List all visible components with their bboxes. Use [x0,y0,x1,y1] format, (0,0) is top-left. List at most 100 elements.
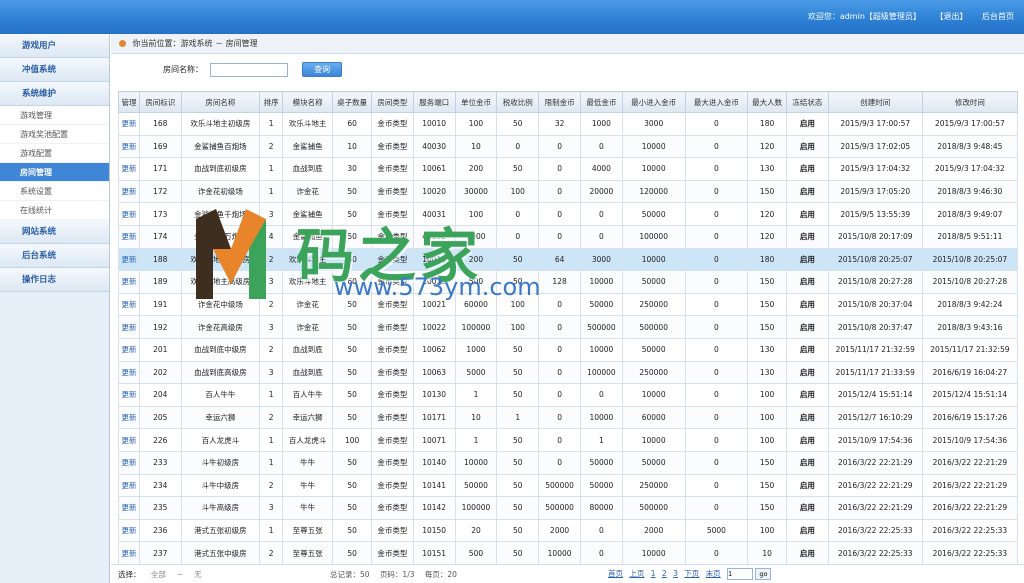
update-link[interactable]: 更新 [118,405,140,430]
sidebar-group-logs[interactable]: 操作日志 [0,268,109,292]
sidebar-item-online-stats[interactable]: 在线统计 [0,201,109,220]
home-link[interactable]: 后台首页 [982,12,1014,21]
sidebar-item-room-manage[interactable]: 房间管理 [0,163,109,182]
table-cell: 2015/9/3 17:04:32 [827,157,923,181]
update-link[interactable]: 更新 [118,157,140,181]
table-cell: 诈金花高级房 [180,315,261,339]
table-cell: 2 [259,292,284,317]
sidebar-group-website[interactable]: 网站系统 [0,220,109,244]
update-link[interactable]: 更新 [118,428,140,452]
table-cell: 250000 [621,473,686,498]
table-cell: 50 [332,450,372,475]
update-link[interactable]: 更新 [118,224,140,249]
update-link[interactable]: 更新 [118,247,140,272]
table-cell: 150 [747,496,787,520]
table-cell: 30000 [454,179,498,204]
update-link[interactable]: 更新 [118,337,140,362]
table-cell: 0 [538,428,581,452]
last-page-link[interactable]: 末页 [706,569,721,578]
logout-link[interactable]: 【退出】 [935,12,967,21]
update-link[interactable]: 更新 [118,315,140,339]
table-cell: 金币类型 [370,292,414,317]
update-link[interactable]: 更新 [118,541,140,565]
update-link[interactable]: 更新 [118,518,140,543]
table-cell: 0 [496,202,540,226]
table-cell: 0 [684,157,749,181]
table-cell: 血战到底初级房 [180,157,261,181]
select-all-link[interactable]: 全部 [151,570,166,579]
table-cell: 150 [747,473,787,498]
update-link[interactable]: 更新 [118,270,140,294]
table-cell: 200 [454,157,498,181]
table-cell: 10151 [412,541,456,565]
table-cell: 2016/3/22 22:21:29 [921,496,1019,520]
update-link[interactable]: 更新 [118,112,140,136]
status-cell: 启用 [785,247,829,272]
table-cell: 150 [747,292,787,317]
table-cell: 120000 [621,179,686,204]
table-row: 更新 201 血战到底中级房 2 血战到底 50 金币类型 10062 1000 50 0 10000… [118,337,1019,362]
table-cell: 金鲨捕鱼 [282,202,334,226]
update-link[interactable]: 更新 [118,179,140,204]
update-link[interactable]: 更新 [118,202,140,226]
table-row: 更新 202 血战到底高级房 3 血战到底 50 金币类型 10063 5000 50 0 10000… [118,360,1019,385]
sidebar-group-recharge[interactable]: 冲值系统 [0,58,109,82]
next-page-link[interactable]: 下页 [684,569,699,578]
sidebar-item-game-config[interactable]: 游戏配置 [0,144,109,163]
update-link[interactable]: 更新 [118,134,140,159]
sidebar-group-backend[interactable]: 后台系统 [0,244,109,268]
goto-page-input[interactable] [727,568,754,580]
sidebar-item-system-settings[interactable]: 系统设置 [0,182,109,201]
table-row: 更新 237 港式五张中级房 2 至尊五张 50 金币类型 10151 500 50 10000 0 1… [118,541,1019,565]
table-cell: 0 [538,383,581,407]
table-cell: 100 [747,405,787,430]
table-cell: 0 [684,360,749,385]
select-none-link[interactable]: 无 [194,570,202,579]
table-row: 更新 171 血战到底初级房 1 血战到底 30 金币类型 10061 200 50 0 4000 10… [118,157,1019,181]
update-link[interactable]: 更新 [118,496,140,520]
table-cell: 100 [332,428,372,452]
update-link[interactable]: 更新 [118,360,140,385]
sidebar-item-game-manage[interactable]: 游戏管理 [0,106,109,125]
room-name-input[interactable] [209,62,288,77]
update-link[interactable]: 更新 [118,450,140,475]
table-cell: 2015/10/8 20:27:28 [827,270,923,294]
table-cell: 10012 [412,270,456,294]
goto-page-button[interactable]: go [755,568,772,580]
status-cell: 启用 [785,337,829,362]
table-cell: 168 [138,112,182,136]
table-cell: 10130 [412,383,456,407]
table-cell: 金币类型 [370,405,414,430]
header-user-area: 欢迎您：admin【超级管理员】 【退出】 后台首页 [808,11,1014,22]
table-cell: 10 [747,541,787,565]
sidebar-group-maintenance[interactable]: 系统维护 [0,82,109,106]
sidebar-group-game-users[interactable]: 游戏用户 [0,34,109,58]
table-cell: 1 [454,428,498,452]
update-link[interactable]: 更新 [118,473,140,498]
table-cell: 2 [259,134,284,159]
page-link-2[interactable]: 2 [662,569,667,578]
prev-page-link[interactable]: 上页 [629,569,644,578]
table-cell: 50 [332,518,372,543]
table-cell: 50 [332,315,372,339]
table-cell: 血战到底中级房 [180,337,261,362]
page-link-3[interactable]: 3 [673,569,678,578]
table-cell: 0 [684,179,749,204]
update-link[interactable]: 更新 [118,292,140,317]
update-link[interactable]: 更新 [118,383,140,407]
search-button[interactable]: 查询 [302,62,343,77]
table-cell: 金币类型 [370,202,414,226]
column-header: 单位金币 [454,91,498,113]
table-cell: 10061 [412,157,456,181]
table-cell: 2016/6/19 15:17:26 [921,405,1019,430]
page-link-1[interactable]: 1 [651,569,656,578]
first-page-link[interactable]: 首页 [608,569,623,578]
table-cell: 100 [496,315,540,339]
table-cell: 4000 [580,157,623,181]
table-cell: 50 [496,541,540,565]
sidebar-item-prize-pool[interactable]: 游戏奖池配置 [0,125,109,144]
table-cell: 2016/3/22 22:21:29 [827,450,923,475]
table-cell: 3 [259,360,284,385]
table-cell: 0 [538,134,581,159]
column-header: 桌子数量 [332,91,372,113]
